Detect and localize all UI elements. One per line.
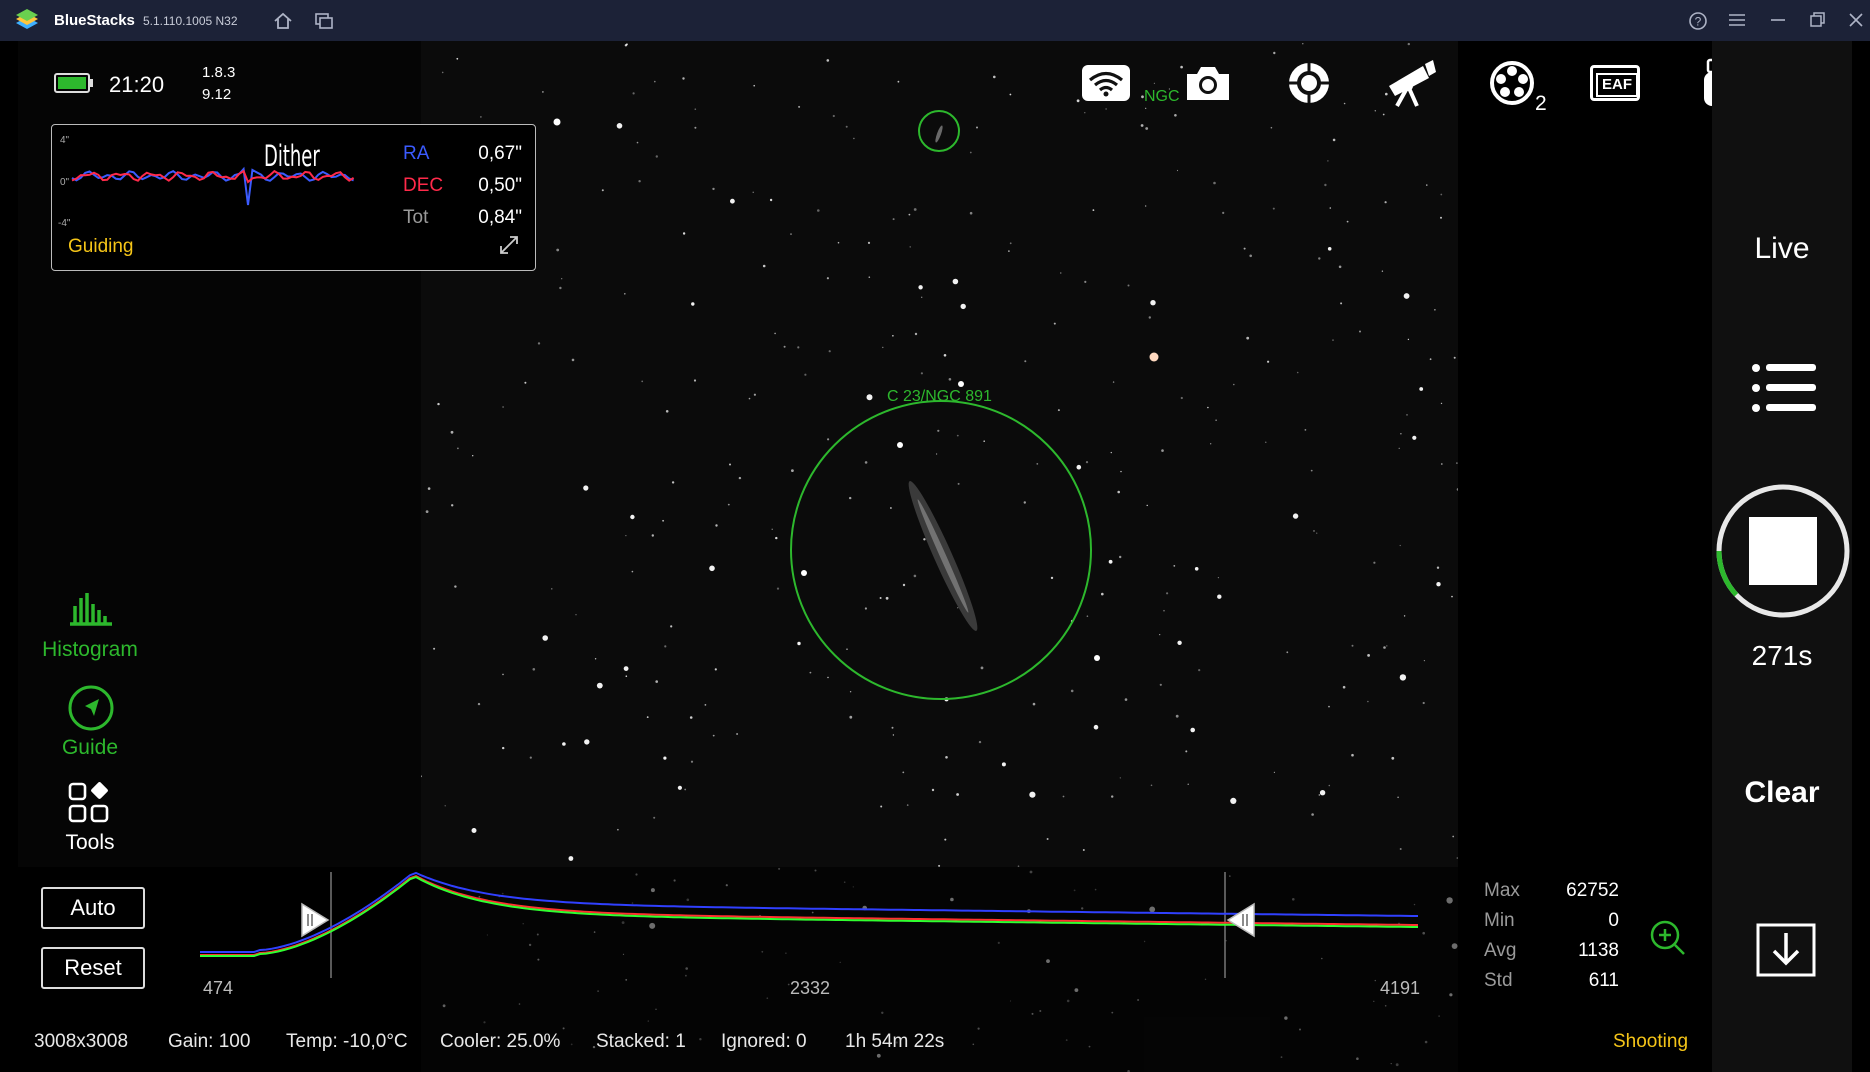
- guiding-panel[interactable]: 4" 0" -4" Dither RA DEC Tot 0,67" 0,50" …: [51, 124, 536, 271]
- exposure-time: 271s: [1751, 640, 1813, 671]
- sidebar-item-label: Guide: [61, 736, 119, 759]
- histogram-graph: [200, 871, 1418, 978]
- resolution-text: 3008x3008: [34, 1031, 129, 1052]
- elapsed-text: 1h 54m 22s: [845, 1031, 945, 1052]
- std-value: 611: [1588, 970, 1619, 991]
- max-value: 62752: [1566, 880, 1619, 901]
- sidebar-item-label: Histogram: [42, 638, 138, 661]
- live-button[interactable]: Live: [1712, 232, 1852, 266]
- dec-value: 0,50": [478, 175, 522, 196]
- app-name: BlueStacks: [54, 12, 135, 29]
- avg-label: Avg: [1484, 940, 1517, 961]
- histogram-max-label: 4191: [1380, 978, 1421, 998]
- window-titlebar: BlueStacks 5.1.110.1005 N32 ?: [0, 0, 1870, 41]
- histogram-mid-label: 2332: [790, 978, 831, 998]
- ngc-small-label: NGC: [1144, 88, 1180, 105]
- ra-label: RA: [403, 143, 430, 164]
- dec-label: DEC: [403, 175, 444, 196]
- temp-text: Temp: -10,0°C: [286, 1031, 408, 1052]
- expand-icon[interactable]: [497, 233, 521, 257]
- restore-icon[interactable]: [1809, 11, 1827, 29]
- app-version-b: 9.12: [202, 86, 232, 103]
- histogram-min-label: 474: [203, 978, 234, 998]
- target-icon[interactable]: [1286, 60, 1332, 106]
- max-label: Max: [1484, 880, 1520, 901]
- list-icon[interactable]: [1750, 360, 1820, 416]
- tot-value: 0,84": [478, 207, 522, 228]
- eaf-label: EAF: [1596, 73, 1638, 97]
- image-stats: Max 62752 Min 0 Avg 1138 Std 611: [1484, 878, 1624, 1008]
- tot-label: Tot: [403, 207, 429, 228]
- white-point-handle[interactable]: [1226, 902, 1255, 938]
- tools-icon: [68, 782, 109, 823]
- gain-text: Gain: 100: [168, 1031, 251, 1052]
- bluestacks-logo-icon: [16, 9, 38, 29]
- multi-instance-icon[interactable]: [314, 12, 334, 30]
- stop-capture-button[interactable]: [1715, 483, 1851, 619]
- ra-value: 0,67": [478, 143, 522, 164]
- filter-wheel-icon[interactable]: [1489, 60, 1539, 110]
- clear-button[interactable]: Clear: [1712, 776, 1852, 810]
- clock: 21:20: [109, 72, 165, 97]
- exposure-progress: [1716, 550, 1739, 597]
- reset-button[interactable]: Reset: [41, 947, 145, 989]
- battery-icon: [54, 73, 93, 93]
- stacked-text: Stacked: 1: [596, 1031, 686, 1052]
- dither-label: Dither: [264, 139, 320, 173]
- std-label: Std: [1484, 970, 1513, 991]
- histogram-blue: [200, 871, 1418, 953]
- shooting-status: Shooting: [1613, 1031, 1689, 1052]
- wifi-icon[interactable]: [1081, 64, 1131, 104]
- app-version-a: 1.8.3: [202, 64, 236, 81]
- sidebar-item-guide[interactable]: Guide: [24, 684, 156, 764]
- download-icon[interactable]: [1755, 921, 1817, 979]
- home-icon[interactable]: [273, 11, 293, 31]
- sidebar-item-tools[interactable]: Tools: [24, 781, 156, 861]
- guide-graph: [71, 166, 355, 206]
- app-version: 5.1.110.1005 N32: [143, 14, 238, 28]
- histogram-icon: [70, 593, 112, 626]
- auto-button[interactable]: Auto: [41, 887, 145, 929]
- minimize-icon[interactable]: [1769, 12, 1787, 28]
- svg-text:?: ?: [1695, 15, 1702, 29]
- help-icon[interactable]: ?: [1688, 11, 1708, 31]
- filter-position: 2: [1535, 92, 1547, 115]
- min-label: Min: [1484, 910, 1515, 931]
- close-icon[interactable]: [1848, 12, 1864, 28]
- avg-value: 1138: [1578, 940, 1619, 961]
- eaf-icon[interactable]: EAF: [1590, 65, 1640, 101]
- ngc891-label: C 23/NGC 891: [887, 388, 992, 405]
- guide-icon: [68, 685, 114, 731]
- camera-icon[interactable]: [1183, 62, 1233, 104]
- telescope-icon[interactable]: [1383, 58, 1437, 108]
- min-value: 0: [1608, 910, 1619, 931]
- sidebar-item-histogram[interactable]: Histogram: [24, 588, 156, 666]
- ignored-text: Ignored: 0: [721, 1031, 807, 1052]
- zoom-in-icon[interactable]: [1648, 918, 1688, 958]
- guiding-status: Guiding: [68, 236, 134, 257]
- menu-icon[interactable]: [1728, 12, 1746, 28]
- sidebar-item-label: Tools: [65, 831, 115, 854]
- cooler-text: Cooler: 25.0%: [440, 1031, 561, 1052]
